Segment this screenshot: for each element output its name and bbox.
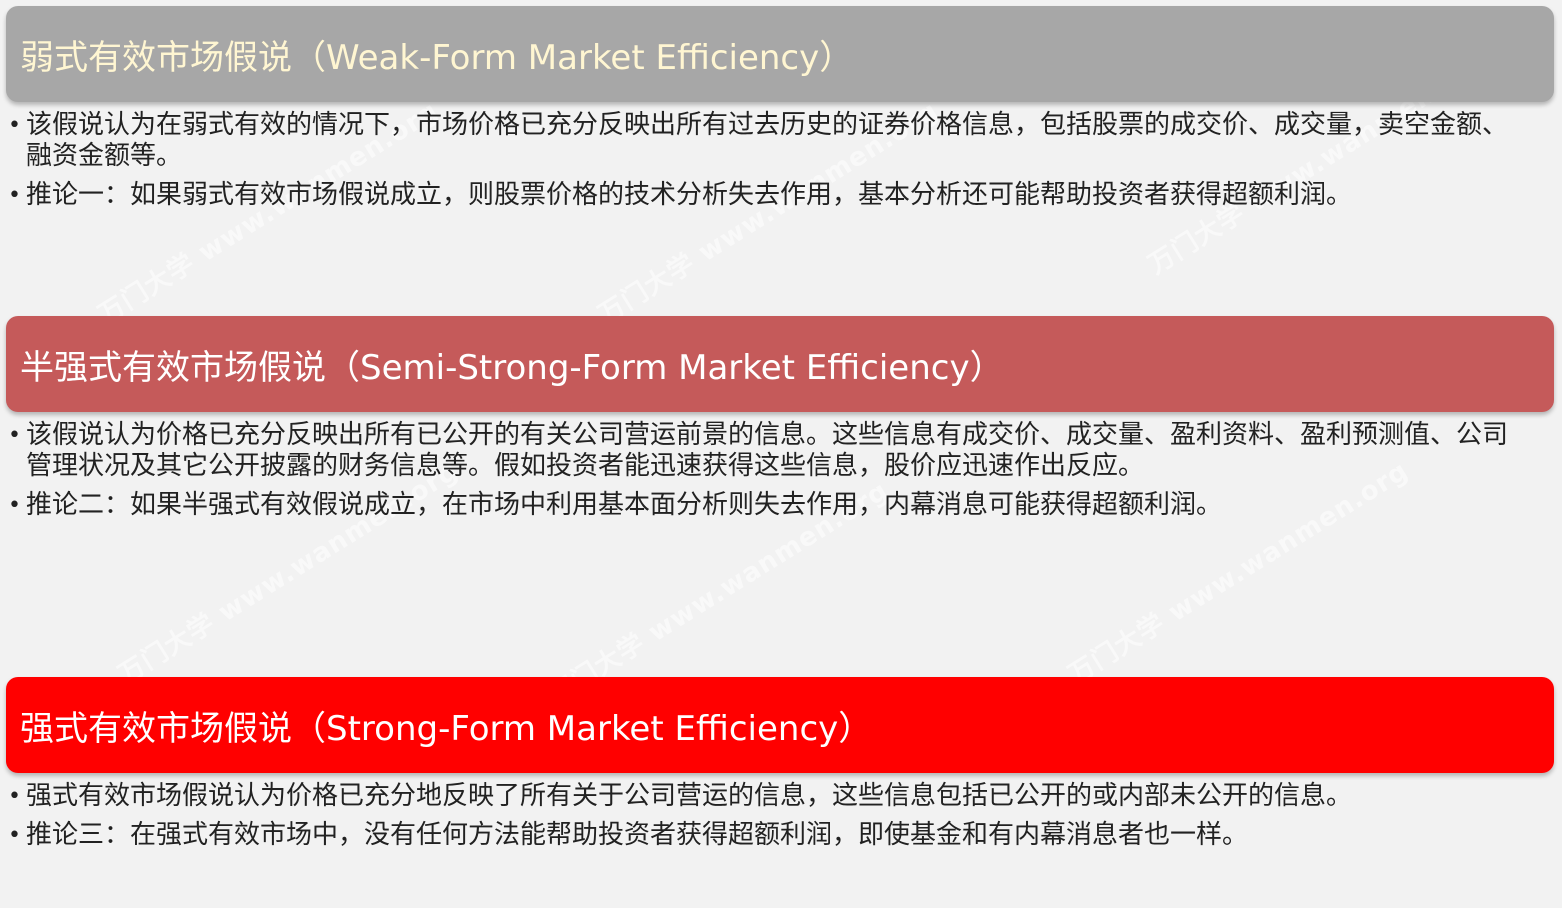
- weak-form-header: 弱式有效市场假说（Weak-Form Market Efficiency）: [6, 6, 1554, 102]
- bullet-text: 该假说认为在弱式有效的情况下，市场价格已充分反映出所有过去历史的证券价格信息，包…: [26, 110, 1509, 171]
- bullet-text: 推论二：如果半强式有效假说成立，在市场中利用基本面分析则失去作用，内幕消息可能获…: [26, 490, 1223, 520]
- bullet-icon: •: [8, 493, 21, 518]
- semi-strong-form-bullets: • 该假说认为价格已充分反映出所有已公开的有关公司营运前景的信息。这些信息有成交…: [8, 420, 1528, 529]
- list-item: • 该假说认为在弱式有效的情况下，市场价格已充分反映出所有过去历史的证券价格信息…: [8, 110, 1528, 172]
- strong-form-bullets: • 强式有效市场假说认为价格已充分地反映了所有关于公司营运的信息，这些信息包括已…: [8, 781, 1528, 859]
- bullet-icon: •: [8, 784, 21, 809]
- list-item: • 该假说认为价格已充分反映出所有已公开的有关公司营运前景的信息。这些信息有成交…: [8, 420, 1528, 482]
- bullet-icon: •: [8, 183, 21, 208]
- bullet-icon: •: [8, 113, 21, 138]
- bullet-text: 推论三：在强式有效市场中，没有任何方法能帮助投资者获得超额利润，即使基金和有内幕…: [26, 820, 1249, 850]
- bullet-text: 该假说认为价格已充分反映出所有已公开的有关公司营运前景的信息。这些信息有成交价、…: [26, 420, 1509, 481]
- strong-form-title: 强式有效市场假说（Strong-Form Market Efficiency）: [20, 708, 873, 749]
- semi-strong-form-title: 半强式有效市场假说（Semi-Strong-Form Market Effici…: [20, 347, 1004, 388]
- bullet-text: 强式有效市场假说认为价格已充分地反映了所有关于公司营运的信息，这些信息包括已公开…: [26, 781, 1353, 811]
- strong-form-header: 强式有效市场假说（Strong-Form Market Efficiency）: [6, 677, 1554, 773]
- semi-strong-form-header: 半强式有效市场假说（Semi-Strong-Form Market Effici…: [6, 316, 1554, 412]
- list-item: • 推论一：如果弱式有效市场假说成立，则股票价格的技术分析失去作用，基本分析还可…: [8, 180, 1528, 211]
- list-item: • 强式有效市场假说认为价格已充分地反映了所有关于公司营运的信息，这些信息包括已…: [8, 781, 1528, 812]
- list-item: • 推论三：在强式有效市场中，没有任何方法能帮助投资者获得超额利润，即使基金和有…: [8, 820, 1528, 851]
- list-item: • 推论二：如果半强式有效假说成立，在市场中利用基本面分析则失去作用，内幕消息可…: [8, 490, 1528, 521]
- bullet-icon: •: [8, 423, 21, 448]
- weak-form-title: 弱式有效市场假说（Weak-Form Market Efficiency）: [20, 37, 854, 78]
- bullet-icon: •: [8, 823, 21, 848]
- bullet-text: 推论一：如果弱式有效市场假说成立，则股票价格的技术分析失去作用，基本分析还可能帮…: [26, 180, 1353, 210]
- weak-form-bullets: • 该假说认为在弱式有效的情况下，市场价格已充分反映出所有过去历史的证券价格信息…: [8, 110, 1528, 219]
